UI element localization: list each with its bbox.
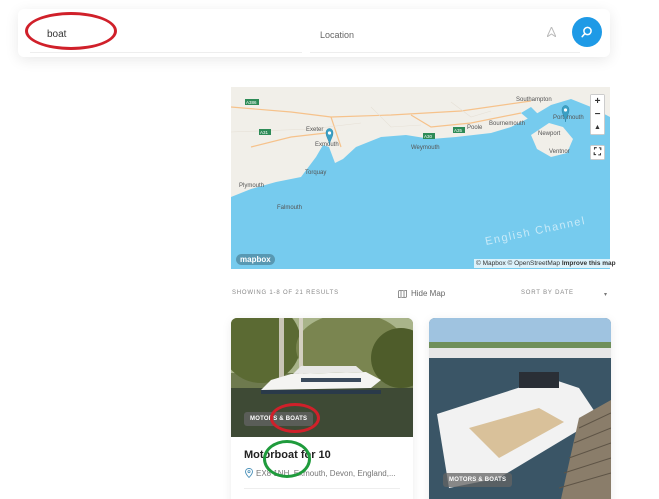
map-place-label: Exmouth <box>315 142 339 148</box>
listing-card[interactable]: MOTORS & BOATS <box>429 318 611 499</box>
map-place-label: Falmouth <box>277 205 302 211</box>
map-fullscreen-control: ⛶ <box>590 145 605 160</box>
location-input[interactable] <box>310 17 580 53</box>
map-road-label: A386 <box>246 100 257 105</box>
mapbox-logo[interactable]: mapbox <box>236 254 275 265</box>
map-attribution: © Mapbox © OpenStreetMap Improve this ma… <box>474 259 618 268</box>
map-place-label: Southampton <box>516 97 552 103</box>
card-divider <box>244 488 400 489</box>
results-map[interactable]: Exeter Exmouth Torquay Plymouth Falmouth… <box>231 87 610 269</box>
chevron-down-icon: ▾ <box>604 292 608 298</box>
listing-card[interactable]: MOTORS & BOATS Motorboat for 10 EX8 1NH,… <box>231 318 413 499</box>
map-place-label: Ventnor <box>549 149 570 155</box>
map-zoom-controls: + − ▲ <box>590 94 605 135</box>
map-icon <box>398 289 407 298</box>
results-count: SHOWING 1-8 OF 21 RESULTS <box>232 290 339 296</box>
fullscreen-button[interactable]: ⛶ <box>591 146 604 159</box>
map-place-label: Newport <box>538 131 561 137</box>
category-badge[interactable]: MOTORS & BOATS <box>443 473 513 487</box>
map-place-label: Exeter <box>306 127 323 133</box>
compass-button[interactable]: ▲ <box>591 121 604 134</box>
map-place-label: Plymouth <box>239 183 264 189</box>
map-road-label: A30 <box>424 134 433 139</box>
map-canvas: Exeter Exmouth Torquay Plymouth Falmouth… <box>231 87 610 269</box>
locate-icon[interactable] <box>545 25 558 40</box>
listing-image <box>429 318 611 499</box>
search-button[interactable] <box>572 17 602 47</box>
annotation-ellipse <box>25 12 117 50</box>
hide-map-label: Hide Map <box>411 289 446 298</box>
map-road-label: A35 <box>454 128 463 133</box>
annotation-ellipse <box>270 403 320 433</box>
map-place-label: Poole <box>467 125 483 131</box>
location-pin-icon <box>245 468 253 478</box>
sort-select[interactable]: SORT BY DATE <box>521 290 611 296</box>
map-place-label: Bournemouth <box>489 121 525 127</box>
map-place-label: Weymouth <box>411 145 440 151</box>
map-place-label: Portsmouth <box>553 115 584 121</box>
hide-map-button[interactable]: Hide Map <box>398 289 445 298</box>
zoom-in-button[interactable]: + <box>591 95 604 108</box>
map-place-label: Torquay <box>305 170 326 176</box>
search-icon <box>581 26 592 38</box>
zoom-out-button[interactable]: − <box>591 108 604 121</box>
annotation-ellipse <box>263 440 311 478</box>
improve-map-link[interactable]: Improve this map <box>562 260 616 267</box>
attribution-text[interactable]: © Mapbox © OpenStreetMap <box>476 260 560 267</box>
map-road-label: A31 <box>260 130 269 135</box>
